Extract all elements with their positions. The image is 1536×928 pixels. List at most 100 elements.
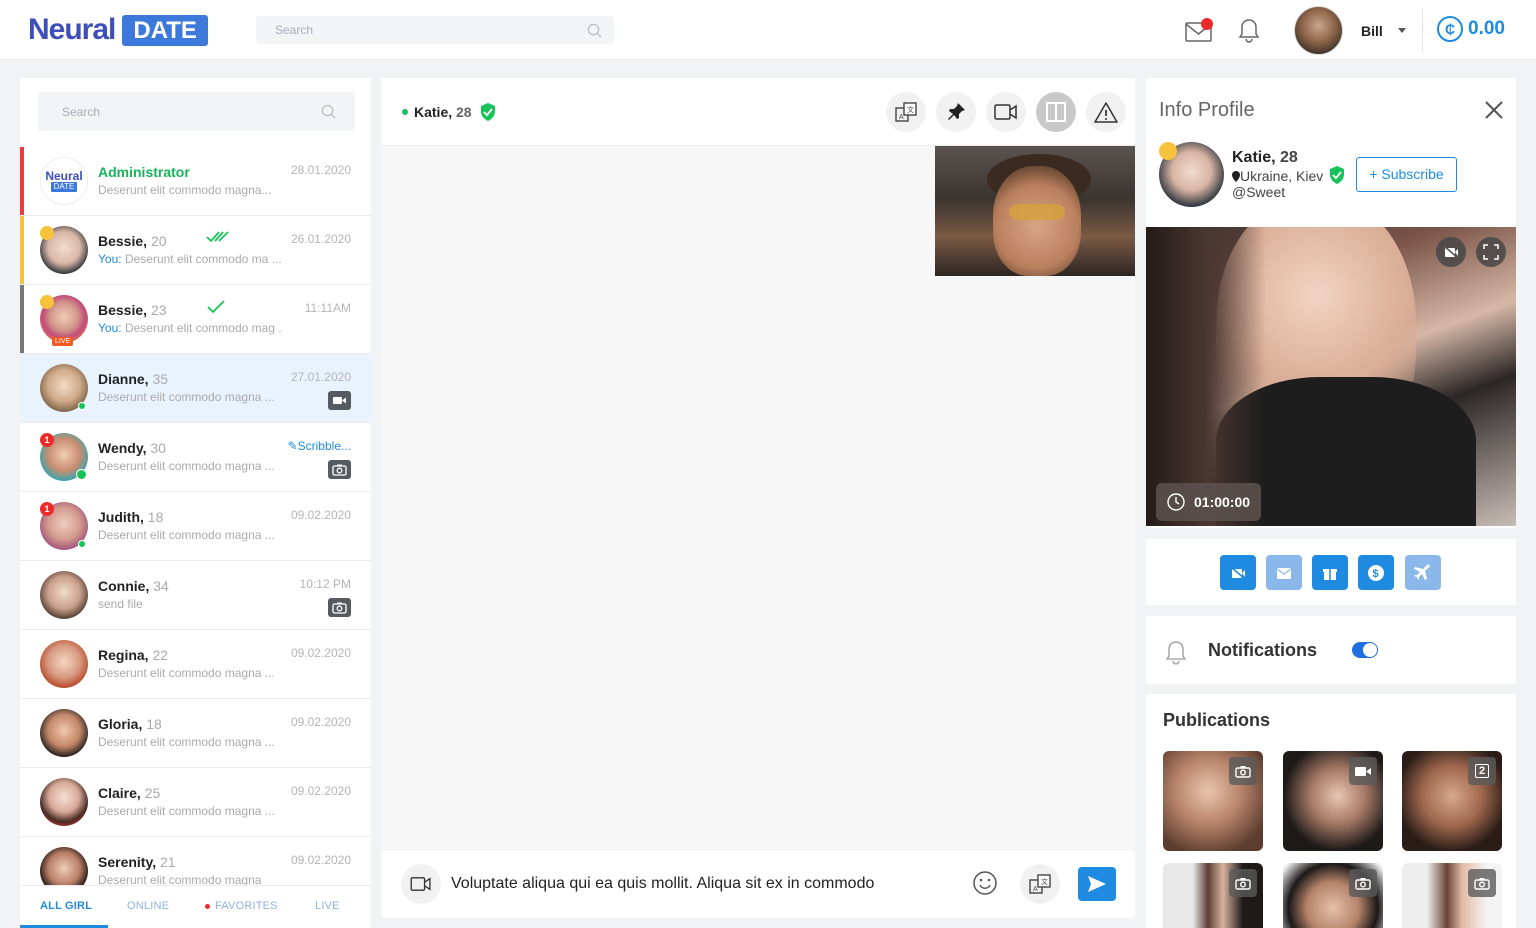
last-message: Deserunt elit commodo magna...	[98, 183, 272, 197]
profile-title: Info Profile	[1159, 99, 1255, 121]
list-item[interactable]: LIVE Bessie, 23 You: Deserunt elit commo…	[20, 285, 371, 354]
publication-thumb[interactable]	[1163, 863, 1263, 928]
publication-thumb[interactable]	[1283, 751, 1383, 851]
publication-thumb[interactable]: 2	[1402, 751, 1502, 851]
list-item[interactable]: Bessie, 20 You: Deserunt elit commodo ma…	[20, 216, 371, 285]
send-icon	[1088, 876, 1106, 892]
last-message: Deserunt elit commodo magna ...	[98, 666, 275, 680]
last-message: Deserunt elit commodo magna ...	[98, 459, 275, 473]
logo-date: DATE	[122, 14, 208, 46]
pin-button[interactable]	[936, 92, 976, 132]
online-indicator	[78, 540, 86, 548]
list-item[interactable]: Gloria, 18 Deserunt elit commodo magna .…	[20, 699, 371, 768]
close-icon[interactable]	[1484, 100, 1504, 120]
notifications-label: Notifications	[1208, 640, 1318, 660]
message-date: 09.02.2020	[290, 715, 351, 729]
my-camera-preview[interactable]	[935, 146, 1135, 276]
logo-neural: Neural	[28, 13, 116, 46]
bell-icon	[1165, 641, 1187, 665]
message-date: 09.02.2020	[290, 784, 351, 798]
video-message-button[interactable]	[401, 864, 441, 904]
chat-contact-name[interactable]: Katie, 28	[414, 104, 472, 120]
camera-off-icon	[1443, 245, 1459, 259]
chat-header: Katie, 28 A文	[381, 78, 1135, 146]
send-money-button[interactable]: $	[1358, 555, 1394, 590]
contact-name: Serenity, 21	[98, 854, 176, 870]
user-avatar[interactable]	[1294, 6, 1343, 55]
notifications-toggle[interactable]	[1352, 642, 1378, 658]
translate-message-button[interactable]: A文	[1020, 864, 1060, 904]
mail-unread-badge	[1201, 18, 1213, 30]
video-camera-icon	[328, 391, 351, 410]
split-view-button[interactable]	[1036, 92, 1076, 132]
list-item[interactable]: Connie, 34 send file 10:12 PM	[20, 561, 371, 630]
publication-thumb[interactable]	[1283, 863, 1383, 928]
camera-icon	[328, 460, 351, 479]
list-item[interactable]: 1 Wendy, 30 Deserunt elit commodo magna …	[20, 423, 371, 492]
verified-shield-icon	[1330, 166, 1344, 184]
report-button[interactable]	[1086, 92, 1126, 132]
subscribe-button[interactable]: + Subscribe	[1356, 157, 1457, 192]
chevron-down-icon[interactable]	[1398, 28, 1406, 33]
profile-live-video[interactable]: 01:00:00	[1146, 227, 1516, 526]
brand-logo[interactable]: Neural DATE	[28, 14, 208, 46]
fullscreen-button[interactable]	[1476, 237, 1506, 267]
gift-button[interactable]	[1312, 555, 1348, 590]
travel-button[interactable]	[1405, 555, 1441, 590]
favorites-dot	[205, 903, 210, 909]
svg-text:A: A	[899, 114, 904, 121]
message-input[interactable]: Voluptate aliqua qui ea quis mollit. Ali…	[451, 875, 874, 893]
last-message: You: Deserunt elit commodo ma ...	[98, 252, 282, 266]
contact-name: Gloria, 18	[98, 716, 162, 732]
avatar	[40, 640, 88, 688]
credits-balance[interactable]: ₵ 0.00	[1437, 16, 1505, 42]
notifications-card: Notifications	[1146, 616, 1516, 684]
avatar	[40, 709, 88, 757]
video-call-button[interactable]	[1220, 555, 1256, 590]
emoji-icon[interactable]	[972, 870, 998, 896]
list-item[interactable]: Regina, 22 Deserunt elit commodo magna .…	[20, 630, 371, 699]
translate-button[interactable]: A文	[886, 92, 926, 132]
publication-thumb[interactable]	[1402, 863, 1502, 928]
camera-off-button[interactable]	[1436, 237, 1466, 267]
call-timer: 01:00:00	[1156, 483, 1261, 521]
list-item[interactable]: 1 Judith, 18 Deserunt elit commodo magna…	[20, 492, 371, 561]
profile-location: Ukraine, Kiev	[1232, 168, 1323, 184]
check-icon	[207, 300, 225, 314]
user-name[interactable]: Bill	[1361, 23, 1383, 39]
translate-icon: A文	[1029, 874, 1051, 894]
video-subject-hair	[1146, 227, 1266, 526]
video-call-button[interactable]	[986, 92, 1026, 132]
timer-value: 01:00:00	[1194, 494, 1251, 510]
letter-button[interactable]	[1266, 555, 1302, 590]
publication-thumb[interactable]	[1163, 751, 1263, 851]
message-composer: Voluptate aliqua qui ea quis mollit. Ali…	[381, 850, 1135, 918]
tab-live[interactable]: LIVE	[315, 900, 340, 912]
send-button[interactable]	[1078, 867, 1116, 901]
verified-shield-icon	[481, 103, 495, 121]
video-camera-icon	[410, 877, 431, 891]
message-date: 11:11AM	[304, 301, 351, 315]
list-item[interactable]: Claire, 25 Deserunt elit commodo magna .…	[20, 768, 371, 837]
camera-icon	[1468, 869, 1496, 897]
chat-messages-area	[381, 146, 1135, 849]
search-icon[interactable]	[587, 23, 602, 38]
message-date: 27.01.2020	[290, 370, 351, 384]
airplane-icon	[1414, 563, 1430, 580]
tab-all-girl[interactable]: ALL GIRL	[40, 900, 92, 912]
last-message: send file	[98, 597, 143, 611]
avatar: Neural DATE	[40, 157, 88, 205]
header-search-placeholder: Search	[275, 23, 314, 37]
search-icon[interactable]	[321, 104, 336, 119]
message-date: 09.02.2020	[290, 853, 351, 867]
list-item[interactable]: Dianne, 35 Deserunt elit commodo magna .…	[20, 354, 371, 423]
tab-favorites[interactable]: FAVORITES	[205, 900, 278, 912]
row-accent-bar	[20, 216, 24, 284]
tab-online[interactable]: ONLINE	[127, 900, 169, 912]
header-search-input[interactable]: Search	[256, 16, 614, 44]
bell-icon[interactable]	[1238, 18, 1260, 44]
list-item[interactable]: Neural DATE Administrator Deserunt elit …	[20, 147, 371, 216]
camera-off-icon	[1230, 565, 1246, 580]
sidebar-search-input[interactable]: Search	[38, 92, 355, 131]
message-date: 09.02.2020	[290, 646, 351, 660]
